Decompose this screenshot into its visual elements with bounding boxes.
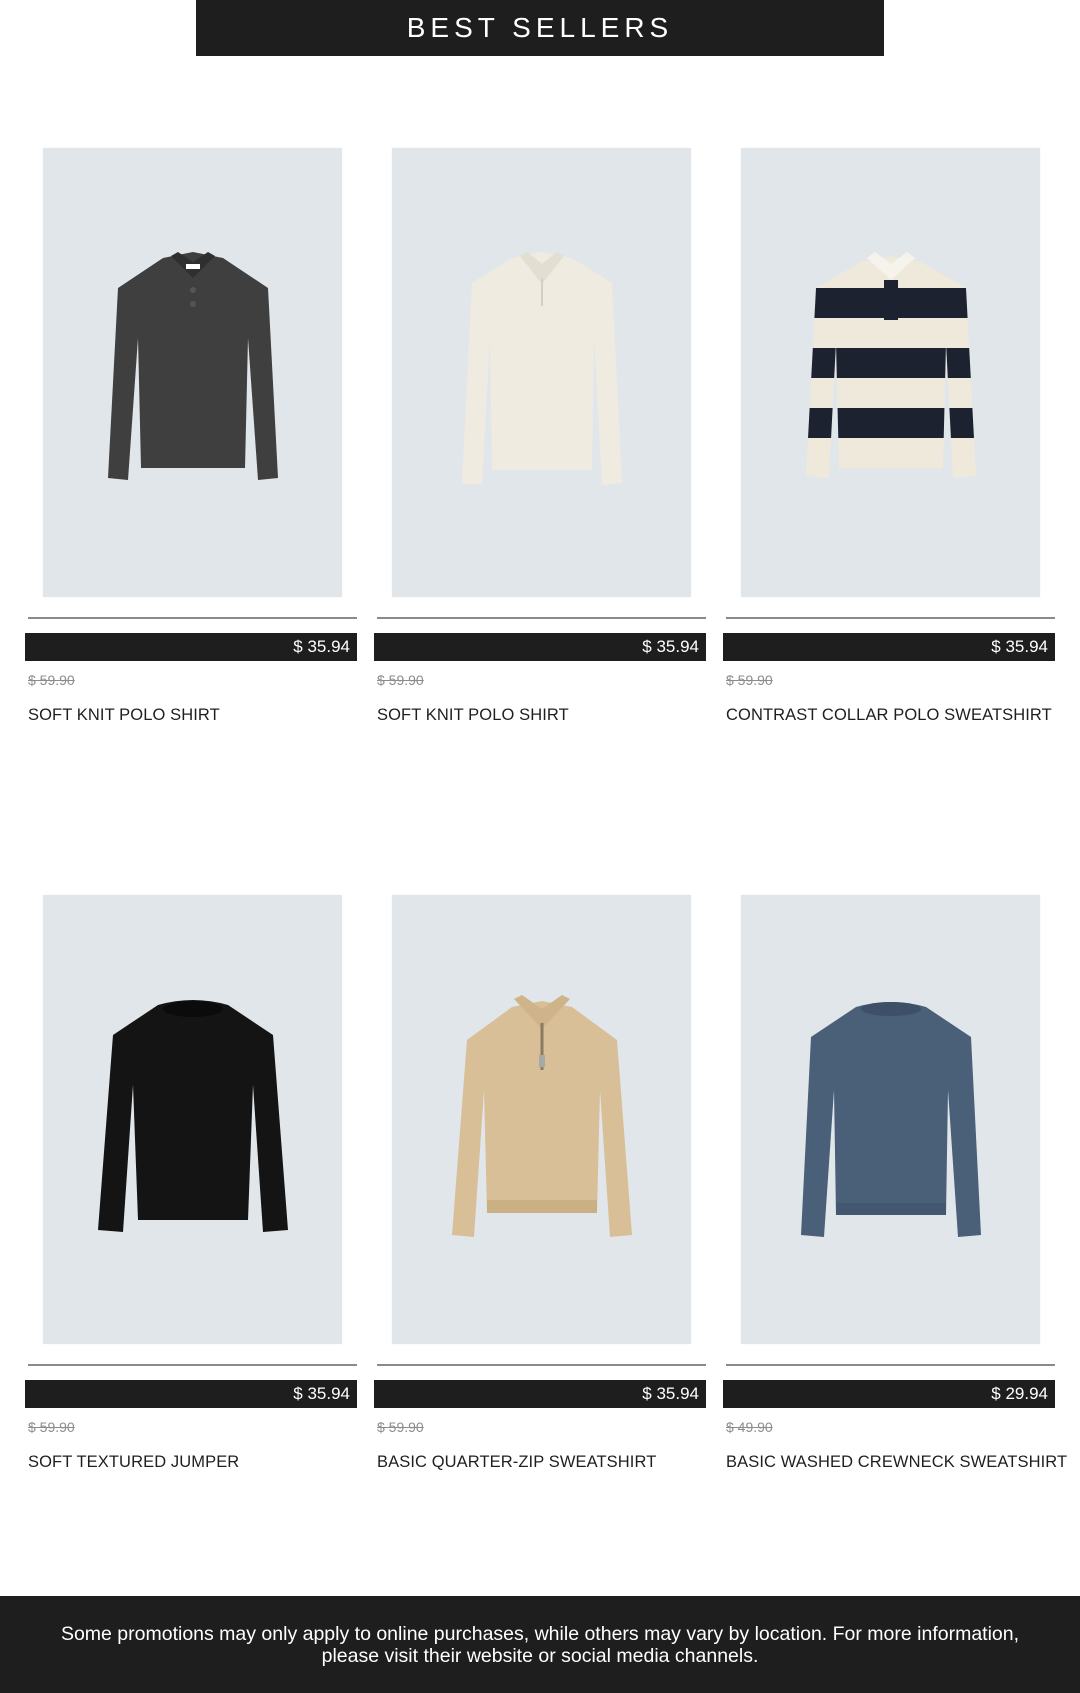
product-image[interactable]	[392, 148, 691, 597]
original-price: $ 49.90	[726, 1419, 773, 1435]
product-name[interactable]: BASIC WASHED CREWNECK SWEATSHIRT	[726, 1453, 1067, 1472]
product-image[interactable]	[43, 895, 342, 1344]
original-price: $ 59.90	[377, 672, 424, 688]
product-image[interactable]	[741, 148, 1040, 597]
page-title: BEST SELLERS	[196, 0, 884, 56]
sweater-icon	[97, 999, 288, 1232]
divider	[28, 1364, 357, 1366]
original-price: $ 59.90	[377, 1419, 424, 1435]
sale-price: $ 35.94	[25, 633, 357, 661]
divider	[726, 617, 1055, 619]
divider	[377, 617, 706, 619]
polo-shirt-icon	[107, 251, 278, 480]
product-name[interactable]: CONTRAST COLLAR POLO SWEATSHIRT	[726, 706, 1052, 725]
product-image[interactable]	[392, 895, 691, 1344]
polo-shirt-icon	[461, 251, 622, 485]
sale-price: $ 35.94	[723, 633, 1055, 661]
original-price: $ 59.90	[28, 672, 75, 688]
sale-price: $ 35.94	[374, 1380, 706, 1408]
product-name[interactable]: SOFT KNIT POLO SHIRT	[28, 706, 220, 725]
divider	[726, 1364, 1055, 1366]
sale-price: $ 35.94	[374, 633, 706, 661]
crewneck-sweatshirt-icon	[800, 1001, 981, 1237]
quarter-zip-icon	[451, 994, 632, 1237]
promotions-disclaimer: Some promotions may only apply to online…	[0, 1596, 1080, 1693]
divider	[377, 1364, 706, 1366]
product-name[interactable]: BASIC QUARTER-ZIP SWEATSHIRT	[377, 1453, 656, 1472]
product-name[interactable]: SOFT TEXTURED JUMPER	[28, 1453, 239, 1472]
product-image[interactable]	[741, 895, 1040, 1344]
original-price: $ 59.90	[28, 1419, 75, 1435]
divider	[28, 617, 357, 619]
striped-polo-icon	[805, 251, 976, 478]
sale-price: $ 29.94	[723, 1380, 1055, 1408]
original-price: $ 59.90	[726, 672, 773, 688]
product-name[interactable]: SOFT KNIT POLO SHIRT	[377, 706, 569, 725]
sale-price: $ 35.94	[25, 1380, 357, 1408]
product-image[interactable]	[43, 148, 342, 597]
